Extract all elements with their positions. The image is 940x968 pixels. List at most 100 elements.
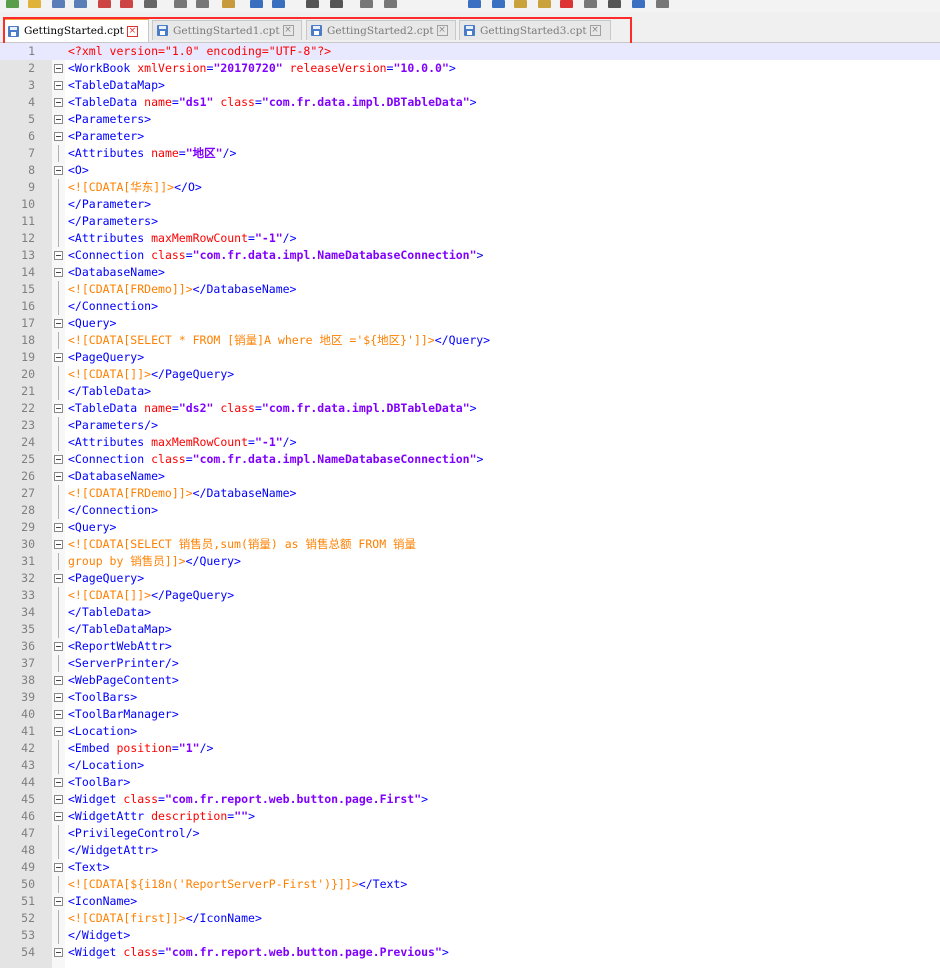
code-text[interactable]: <Query> — [68, 315, 116, 332]
cut-icon[interactable] — [174, 0, 187, 8]
fold-toggle-icon[interactable] — [54, 863, 63, 872]
code-text[interactable]: <Attributes maxMemRowCount="-1"/> — [68, 230, 297, 247]
code-text[interactable]: <![CDATA[SELECT 销售员,sum(销量) as 销售总额 FROM… — [68, 536, 416, 553]
code-text[interactable]: <![CDATA[华东]]></O> — [68, 179, 202, 196]
fold-toggle-icon[interactable] — [54, 693, 63, 702]
fold-toggle-icon[interactable] — [54, 574, 63, 583]
fold-toggle-icon[interactable] — [54, 727, 63, 736]
tab-gettingstarted2-cpt[interactable]: GettingStarted2.cpt × — [306, 20, 456, 40]
code-text[interactable]: <ToolBar> — [68, 774, 130, 791]
code-line[interactable]: 13 <Connection class="com.fr.data.impl.Na… — [0, 247, 940, 264]
code-text[interactable]: <Parameters/> — [68, 417, 158, 434]
save-all-icon[interactable] — [74, 0, 87, 8]
code-text[interactable]: <TableData name="ds1" class="com.fr.data… — [68, 94, 477, 111]
code-line[interactable]: 40 <ToolBarManager> — [0, 706, 940, 723]
fold-toggle-icon[interactable] — [54, 353, 63, 362]
code-text[interactable]: <PageQuery> — [68, 349, 144, 366]
code-line[interactable]: 8 <O> — [0, 162, 940, 179]
close-icon[interactable] — [98, 0, 111, 8]
code-line[interactable]: 20 <![CDATA[]]></PageQuery> — [0, 366, 940, 383]
code-text[interactable]: </Parameter> — [68, 196, 151, 213]
code-line[interactable]: 50 <![CDATA[${i18n('ReportServerP-First')… — [0, 876, 940, 893]
fold-toggle-icon[interactable] — [54, 98, 63, 107]
sync-scroll-icon[interactable] — [468, 0, 481, 8]
fold-toggle-icon[interactable] — [54, 540, 63, 549]
tab-gettingstarted-cpt[interactable]: GettingStarted.cpt × — [3, 18, 149, 42]
fold-toggle-icon[interactable] — [54, 268, 63, 277]
code-line[interactable]: 18 <![CDATA[SELECT * FROM [销量]A where 地区 … — [0, 332, 940, 349]
code-text[interactable]: </Connection> — [68, 298, 158, 315]
code-line[interactable]: 42 <Embed position="1"/> — [0, 740, 940, 757]
fold-toggle-icon[interactable] — [54, 676, 63, 685]
code-line[interactable]: 43 </Location> — [0, 757, 940, 774]
code-line[interactable]: 31 group by 销售员]]></Query> — [0, 553, 940, 570]
code-text[interactable]: <![CDATA[first]]></IconName> — [68, 910, 262, 927]
code-text[interactable]: <TableDataMap> — [68, 77, 165, 94]
close-tab-icon[interactable]: × — [589, 25, 601, 36]
fold-toggle-icon[interactable] — [54, 251, 63, 260]
code-text[interactable]: <Widget class="com.fr.report.web.button.… — [68, 791, 428, 808]
code-line[interactable]: 52 <![CDATA[first]]></IconName> — [0, 910, 940, 927]
code-line[interactable]: 7 <Attributes name="地区"/> — [0, 145, 940, 162]
code-line[interactable]: 14 <DatabaseName> — [0, 264, 940, 281]
code-line[interactable]: 21 </TableData> — [0, 383, 940, 400]
fold-toggle-icon[interactable] — [54, 812, 63, 821]
code-line[interactable]: 51 <IconName> — [0, 893, 940, 910]
code-text[interactable]: <Embed position="1"/> — [68, 740, 213, 757]
code-text[interactable]: <![CDATA[]]></PageQuery> — [68, 366, 234, 383]
code-line[interactable]: 2 <WorkBook xmlVersion="20170720" release… — [0, 60, 940, 77]
code-text[interactable]: <?xml version="1.0" encoding="UTF-8"?> — [68, 43, 331, 60]
code-text[interactable]: <![CDATA[SELECT * FROM [销量]A where 地区 ='… — [68, 332, 490, 349]
copy-icon[interactable] — [196, 0, 209, 8]
code-text[interactable]: <Parameter> — [68, 128, 144, 145]
print-icon[interactable] — [144, 0, 157, 8]
code-line[interactable]: 26 <DatabaseName> — [0, 468, 940, 485]
code-text[interactable]: <O> — [68, 162, 89, 179]
code-line[interactable]: 47 <PrivilegeControl/> — [0, 825, 940, 842]
code-text[interactable]: <TableData name="ds2" class="com.fr.data… — [68, 400, 477, 417]
code-line[interactable]: 3 <TableDataMap> — [0, 77, 940, 94]
code-text[interactable]: <![CDATA[FRDemo]]></DatabaseName> — [68, 281, 296, 298]
code-line[interactable]: 19 <PageQuery> — [0, 349, 940, 366]
code-line[interactable]: 33 <![CDATA[]]></PageQuery> — [0, 587, 940, 604]
code-text[interactable]: <Parameters> — [68, 111, 151, 128]
open-folder-icon[interactable] — [28, 0, 41, 8]
indent-guide-icon[interactable] — [538, 0, 551, 8]
code-text[interactable]: group by 销售员]]></Query> — [68, 553, 241, 570]
code-text[interactable]: <ReportWebAttr> — [68, 638, 172, 655]
fold-toggle-icon[interactable] — [54, 897, 63, 906]
fold-toggle-icon[interactable] — [54, 132, 63, 141]
code-text[interactable]: </WidgetAttr> — [68, 842, 158, 859]
code-text[interactable]: <DatabaseName> — [68, 468, 165, 485]
close-tab-icon[interactable]: × — [282, 25, 294, 36]
macro-play-icon[interactable] — [608, 0, 621, 8]
code-text[interactable]: </Widget> — [68, 927, 130, 944]
fold-toggle-icon[interactable] — [54, 319, 63, 328]
code-text[interactable]: <Widget class="com.fr.report.web.button.… — [68, 944, 449, 961]
code-text[interactable]: <![CDATA[FRDemo]]></DatabaseName> — [68, 485, 296, 502]
word-wrap-icon[interactable] — [492, 0, 505, 8]
close-all-icon[interactable] — [120, 0, 133, 8]
close-tab-icon[interactable]: × — [126, 25, 138, 37]
code-line[interactable]: 12 <Attributes maxMemRowCount="-1"/> — [0, 230, 940, 247]
code-text[interactable]: <Connection class="com.fr.data.impl.Name… — [68, 247, 483, 264]
fold-toggle-icon[interactable] — [54, 64, 63, 73]
code-line[interactable]: 4 <TableData name="ds1" class="com.fr.dat… — [0, 94, 940, 111]
code-line[interactable]: 15 <![CDATA[FRDemo]]></DatabaseName> — [0, 281, 940, 298]
code-line[interactable]: 5 <Parameters> — [0, 111, 940, 128]
code-line[interactable]: 30 <![CDATA[SELECT 销售员,sum(销量) as 销售总额 FR… — [0, 536, 940, 553]
code-text[interactable]: <![CDATA[]]></PageQuery> — [68, 587, 234, 604]
fold-toggle-icon[interactable] — [54, 472, 63, 481]
close-tab-icon[interactable]: × — [436, 25, 448, 36]
code-text[interactable]: <WebPageContent> — [68, 672, 179, 689]
code-line[interactable]: 1 <?xml version="1.0" encoding="UTF-8"?> — [0, 43, 940, 60]
code-line[interactable]: 25 <Connection class="com.fr.data.impl.Na… — [0, 451, 940, 468]
code-text[interactable]: <PageQuery> — [68, 570, 144, 587]
paste-icon[interactable] — [222, 0, 235, 8]
code-line[interactable]: 28 </Connection> — [0, 502, 940, 519]
code-line[interactable]: 22 <TableData name="ds2" class="com.fr.da… — [0, 400, 940, 417]
code-line[interactable]: 34 </TableData> — [0, 604, 940, 621]
code-text[interactable]: <Attributes name="地区"/> — [68, 145, 236, 162]
code-text[interactable]: </Connection> — [68, 502, 158, 519]
code-line[interactable]: 16 </Connection> — [0, 298, 940, 315]
